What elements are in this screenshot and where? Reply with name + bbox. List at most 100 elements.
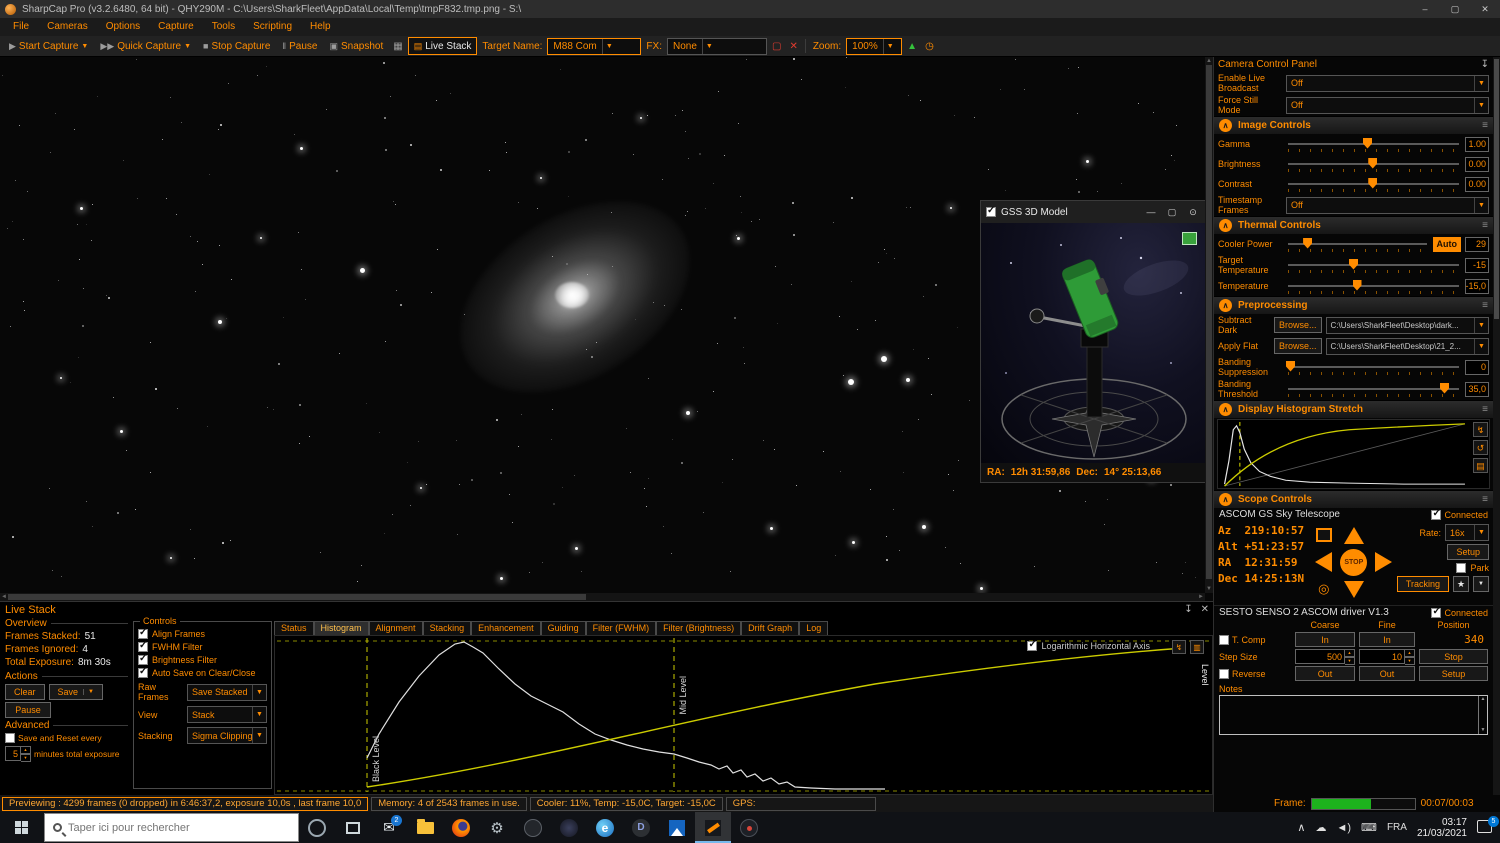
clear-region-icon[interactable]: ✕ [786,41,800,52]
chevron-down-icon[interactable]: ▼ [1473,576,1489,592]
collapse-icon[interactable]: ∧ [1219,299,1232,312]
menu-scripting[interactable]: Scripting [244,18,301,36]
vertical-scrollbar[interactable]: ▲ ▼ [1205,57,1213,593]
park-checkbox[interactable] [1456,563,1466,573]
photos-app-button[interactable] [659,812,695,843]
slew-down-button[interactable] [1344,581,1364,598]
scroll-down-arrow[interactable]: ▼ [1205,585,1213,593]
zoom-select[interactable]: 100%▼ [846,38,902,55]
stop-capture-button[interactable]: ■ Stop Capture [198,37,275,55]
spin-up-icon[interactable]: ▲ [1405,649,1415,657]
discord-button[interactable]: D [623,812,659,843]
log-axis-checkbox[interactable] [1027,641,1037,651]
task-view-button[interactable] [335,812,371,843]
sharpcap-taskbar-button[interactable] [695,812,731,843]
clear-button[interactable]: Clear [5,684,45,700]
star-icon[interactable]: ★ [1453,576,1469,592]
coarse-in-button[interactable]: In [1295,632,1355,647]
menu-icon[interactable]: ≡ [1482,404,1488,415]
display-histogram-stretch[interactable]: ↯ ↺ ▤ [1217,419,1490,489]
image-preview-area[interactable]: GSS 3D Model — ▢ ⊙ [0,57,1213,601]
image-controls-header[interactable]: ∧ Image Controls ≡ [1214,116,1493,134]
menu-icon[interactable]: ≡ [1482,494,1488,505]
gss-maximize-icon[interactable]: ▢ [1164,207,1180,218]
preprocessing-header[interactable]: ∧ Preprocessing ≡ [1214,296,1493,314]
slew-up-button[interactable] [1344,527,1364,544]
live-stack-button[interactable]: ▤ Live Stack [408,37,478,55]
onedrive-cloud-icon[interactable]: ☁ [1315,821,1326,834]
banding-suppression-value[interactable]: 0 [1465,360,1489,375]
notes-scrollbar[interactable]: ▲▼ [1478,696,1487,734]
banding-threshold-value[interactable]: 35,0 [1465,382,1489,397]
action-center-button[interactable]: 5 [1477,820,1492,836]
broadcast-select[interactable]: Off▼ [1286,75,1489,92]
obs-button[interactable] [731,812,767,843]
slew-stop-button[interactable]: STOP [1340,549,1367,576]
taskbar-search[interactable] [44,813,299,842]
horizontal-scrollbar[interactable]: ◄ ► [0,593,1205,601]
pointer-icon[interactable]: ▥ [1190,640,1204,654]
tab-stacking[interactable]: Stacking [423,621,472,635]
gss-checkbox[interactable] [986,207,996,217]
settings-app-button[interactable]: ⚙ [479,812,515,843]
view-select[interactable]: Stack▼ [187,706,267,723]
reset-stretch-icon[interactable]: ↺ [1473,440,1488,455]
phd2-button[interactable] [515,812,551,843]
temp-comp-checkbox[interactable] [1219,635,1229,645]
white-level-label[interactable]: Level [1200,664,1210,686]
gamma-slider[interactable] [1286,136,1461,153]
tray-chevron-icon[interactable]: ∧ [1297,821,1305,834]
brightness-value[interactable]: 0.00 [1465,157,1489,172]
close-icon[interactable]: ✕ [1201,604,1209,615]
selection-region-icon[interactable]: ▢ [769,41,784,52]
timestamp-select[interactable]: Off▼ [1286,197,1489,214]
maximize-button[interactable]: ▢ [1440,0,1470,18]
search-input[interactable] [68,822,268,834]
flat-browse-button[interactable]: Browse... [1274,338,1322,354]
save-reset-spinner[interactable]: 5 ▲▼ [5,746,31,761]
scope-setup-button[interactable]: Setup [1447,544,1489,560]
gss-3d-model-window[interactable]: GSS 3D Model — ▢ ⊙ [980,200,1207,483]
mail-app-button[interactable]: ✉2 [371,812,407,843]
firefox-button[interactable] [443,812,479,843]
mid-level-label[interactable]: Mid Level [678,676,688,715]
start-button[interactable] [0,812,44,843]
coarse-out-button[interactable]: Out [1295,666,1355,681]
fine-step-spinner[interactable]: 10▲▼ [1359,649,1415,664]
menu-file[interactable]: File [4,18,38,36]
tab-status[interactable]: Status [274,621,314,635]
pin-icon[interactable]: ↧ [1184,604,1192,615]
fine-out-button[interactable]: Out [1359,666,1415,681]
thermal-controls-header[interactable]: ∧ Thermal Controls ≡ [1214,216,1493,234]
scroll-left-arrow[interactable]: ◄ [0,593,8,601]
gss-minimize-icon[interactable]: — [1143,207,1159,217]
contrast-value[interactable]: 0.00 [1465,177,1489,192]
align-frames-checkbox[interactable] [138,629,148,639]
rate-select[interactable]: 16x▼ [1445,524,1489,541]
snapshot-button[interactable]: ▣ Snapshot [325,37,389,55]
gss-pin-icon[interactable]: ⊙ [1185,207,1201,218]
target-temperature-value[interactable]: -15 [1465,258,1489,273]
tab-drift-graph[interactable]: Drift Graph [741,621,799,635]
menu-icon[interactable]: ≡ [1482,300,1488,311]
tab-enhancement[interactable]: Enhancement [471,621,541,635]
focuser-connected-checkbox[interactable] [1431,608,1441,618]
black-level-label[interactable]: Black Level [371,736,381,782]
flat-path-select[interactable]: C:\Users\SharkFleet\Desktop\21_2...▼ [1326,338,1489,355]
cooler-auto-button[interactable]: Auto [1433,237,1462,252]
focuser-stop-button[interactable]: Stop [1419,649,1488,664]
scope-controls-header[interactable]: ∧ Scope Controls ≡ [1214,490,1493,508]
collapse-icon[interactable]: ∧ [1219,219,1232,232]
clock[interactable]: 03:17 21/03/2021 [1417,817,1467,839]
cooler-power-slider[interactable] [1286,236,1429,253]
menu-capture[interactable]: Capture [149,18,203,36]
stellarium-button[interactable] [551,812,587,843]
target-temperature-slider[interactable] [1286,257,1461,274]
gss-title-bar[interactable]: GSS 3D Model — ▢ ⊙ [981,201,1206,223]
tracking-button[interactable]: Tracking [1397,576,1449,592]
menu-icon[interactable]: ≡ [1482,220,1488,231]
target-name-select[interactable]: M88 Com▼ [547,38,641,55]
scope-connected-checkbox[interactable] [1431,510,1441,520]
minimize-button[interactable]: – [1410,0,1440,18]
tab-histogram[interactable]: Histogram [314,621,369,635]
